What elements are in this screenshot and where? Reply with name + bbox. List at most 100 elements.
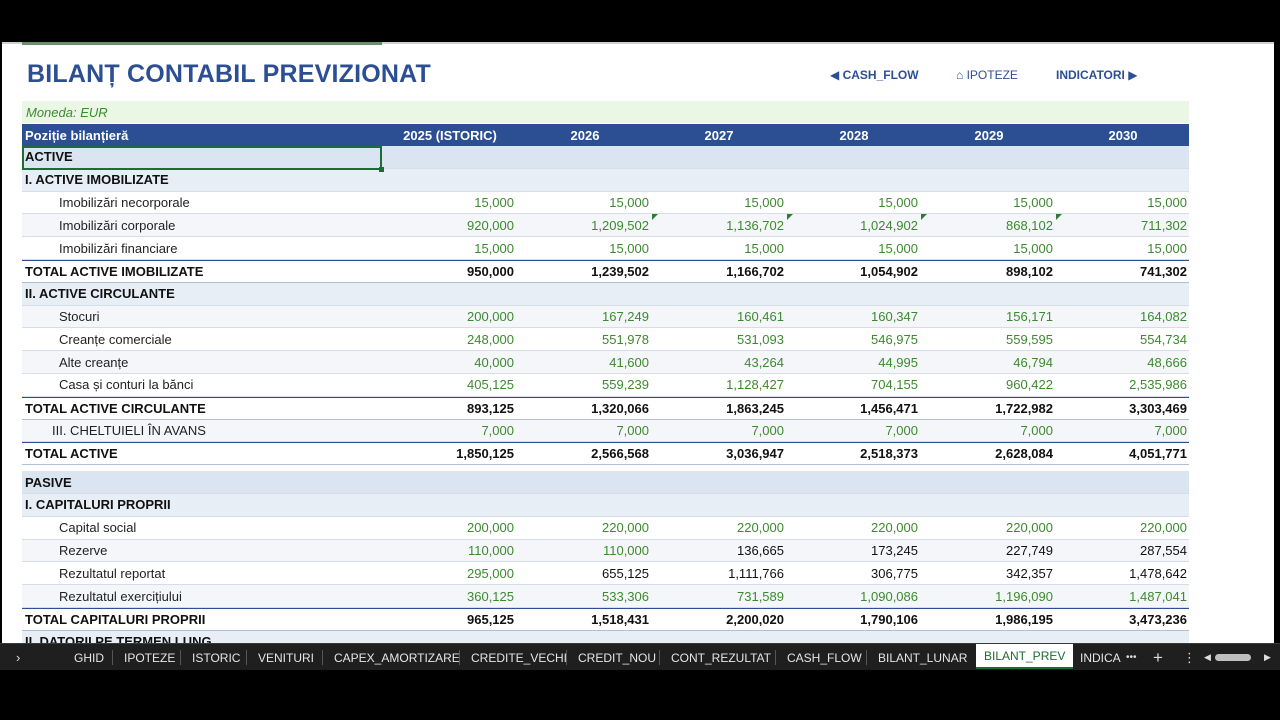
value-cell[interactable]: 7,000 (788, 420, 918, 442)
more-tabs-icon[interactable]: ••• (1126, 644, 1137, 671)
value-cell[interactable]: 306,775 (788, 562, 918, 584)
spreadsheet-canvas[interactable]: BILANȚ CONTABIL PREVIZIONAT ◀ CASH_FLOW … (2, 42, 1274, 643)
value-cell[interactable]: 15,000 (788, 192, 918, 214)
value-cell[interactable]: 4,051,771 (1057, 443, 1187, 464)
value-cell[interactable]: 7,000 (384, 420, 514, 442)
value-cell[interactable]: 1,166,702 (654, 261, 784, 282)
add-sheet-icon[interactable]: + (1153, 644, 1163, 671)
value-cell[interactable]: 173,245 (788, 540, 918, 562)
value-cell[interactable]: 160,461 (654, 306, 784, 328)
value-cell[interactable]: 559,239 (519, 374, 649, 396)
value-cell[interactable]: 220,000 (654, 517, 784, 539)
value-cell[interactable]: 731,589 (654, 585, 784, 607)
value-cell[interactable]: 1,320,066 (519, 398, 649, 419)
value-cell[interactable]: 2,535,986 (1057, 374, 1187, 396)
value-cell[interactable]: 156,171 (923, 306, 1053, 328)
value-cell[interactable]: 220,000 (519, 517, 649, 539)
value-cell[interactable]: 893,125 (384, 398, 514, 419)
value-cell[interactable]: 533,306 (519, 585, 649, 607)
sheet-tab-credite_vechi[interactable]: CREDITE_VECHI (471, 644, 567, 671)
value-cell[interactable]: 2,518,373 (788, 443, 918, 464)
sheet-tab-ipoteze[interactable]: IPOTEZE (124, 644, 175, 671)
value-cell[interactable]: 1,024,902 (788, 214, 918, 236)
value-cell[interactable]: 704,155 (788, 374, 918, 396)
value-cell[interactable]: 554,734 (1057, 328, 1187, 350)
value-cell[interactable]: 40,000 (384, 351, 514, 373)
table-row[interactable]: Imobilizări necorporale 15,000 15,000 15,00… (22, 191, 1189, 215)
value-cell[interactable]: 48,666 (1057, 351, 1187, 373)
sheet-menu-icon[interactable]: ⋮ (1183, 644, 1196, 671)
table-row[interactable]: Rezultatul reportat 295,000 655,125 1,111,7… (22, 562, 1189, 586)
value-cell[interactable]: 965,125 (384, 609, 514, 630)
table-row[interactable]: Creanțe comerciale 248,000 551,978 531,093 5… (22, 328, 1189, 352)
value-cell[interactable]: 711,302 (1057, 214, 1187, 236)
value-cell[interactable]: 551,978 (519, 328, 649, 350)
section-row[interactable]: ACTIVE (22, 146, 1189, 169)
value-cell[interactable]: 15,000 (1057, 192, 1187, 214)
value-cell[interactable]: 405,125 (384, 374, 514, 396)
value-cell[interactable]: 15,000 (519, 237, 649, 259)
value-cell[interactable]: 46,794 (923, 351, 1053, 373)
value-cell[interactable]: 342,357 (923, 562, 1053, 584)
nav-ipoteze-link[interactable]: ⌂ IPOTEZE (956, 68, 1018, 82)
value-cell[interactable]: 15,000 (384, 237, 514, 259)
sheet-tab-cash_flow[interactable]: CASH_FLOW (787, 644, 862, 671)
value-cell[interactable]: 15,000 (519, 192, 649, 214)
value-cell[interactable]: 200,000 (384, 306, 514, 328)
section-row[interactable]: I. CAPITALURI PROPRII (22, 493, 1189, 517)
value-cell[interactable]: 160,347 (788, 306, 918, 328)
value-cell[interactable]: 1,196,090 (923, 585, 1053, 607)
value-cell[interactable]: 1,111,766 (654, 562, 784, 584)
section-row[interactable]: II. DATORII PE TERMEN LUNG (22, 630, 1189, 643)
value-cell[interactable]: 1,863,245 (654, 398, 784, 419)
table-row[interactable]: Alte creanțe 40,000 41,600 43,264 44,995 46,7… (22, 351, 1189, 374)
table-row[interactable]: Stocuri 200,000 167,249 160,461 160,347 156,1… (22, 305, 1189, 329)
sheet-tab-venituri[interactable]: VENITURI (258, 644, 314, 671)
nav-indicatori-link[interactable]: INDICATORI ▶ (1056, 68, 1137, 82)
value-cell[interactable]: 2,628,084 (923, 443, 1053, 464)
table-row[interactable]: Rezultatul exercițiului 360,125 533,306 731… (22, 585, 1189, 608)
value-cell[interactable]: 531,093 (654, 328, 784, 350)
value-cell[interactable]: 741,302 (1057, 261, 1187, 282)
value-cell[interactable]: 920,000 (384, 214, 514, 236)
value-cell[interactable]: 2,566,568 (519, 443, 649, 464)
total-row[interactable]: TOTAL CAPITALURI PROPRII 965,125 1,518,431… (22, 607, 1189, 631)
value-cell[interactable]: 1,209,502 (519, 214, 649, 236)
total-row[interactable]: TOTAL ACTIVE CIRCULANTE 893,125 1,320,066 1… (22, 396, 1189, 420)
value-cell[interactable]: 15,000 (384, 192, 514, 214)
value-cell[interactable]: 1,986,195 (923, 609, 1053, 630)
nav-cash-flow-link[interactable]: ◀ CASH_FLOW (830, 68, 919, 82)
sheet-tab-indica[interactable]: INDICA (1080, 644, 1121, 671)
value-cell[interactable]: 41,600 (519, 351, 649, 373)
tab-prev-chevron-icon[interactable]: › (16, 644, 20, 671)
value-cell[interactable]: 15,000 (654, 192, 784, 214)
value-cell[interactable]: 44,995 (788, 351, 918, 373)
sheet-tab-ghid[interactable]: GHID (74, 644, 104, 671)
horizontal-scrollbar-thumb[interactable] (1215, 654, 1251, 661)
value-cell[interactable]: 167,249 (519, 306, 649, 328)
value-cell[interactable]: 15,000 (654, 237, 784, 259)
value-cell[interactable]: 15,000 (923, 237, 1053, 259)
value-cell[interactable]: 15,000 (1057, 237, 1187, 259)
value-cell[interactable]: 898,102 (923, 261, 1053, 282)
value-cell[interactable]: 1,487,041 (1057, 585, 1187, 607)
value-cell[interactable]: 200,000 (384, 517, 514, 539)
value-cell[interactable]: 3,036,947 (654, 443, 784, 464)
sheet-tab-capex_amortizare[interactable]: CAPEX_AMORTIZARE (334, 644, 460, 671)
value-cell[interactable]: 546,975 (788, 328, 918, 350)
scroll-left-icon[interactable]: ◀ (1204, 644, 1211, 671)
value-cell[interactable]: 15,000 (788, 237, 918, 259)
value-cell[interactable]: 1,518,431 (519, 609, 649, 630)
value-cell[interactable]: 960,422 (923, 374, 1053, 396)
value-cell[interactable]: 220,000 (1057, 517, 1187, 539)
sheet-tab-bilant_lunar[interactable]: BILANT_LUNAR (878, 644, 967, 671)
table-row[interactable]: Casa și conturi la bănci 405,125 559,239 1,… (22, 373, 1189, 397)
value-cell[interactable]: 7,000 (923, 420, 1053, 442)
value-cell[interactable]: 295,000 (384, 562, 514, 584)
scroll-right-icon[interactable]: ▶ (1264, 644, 1271, 671)
value-cell[interactable]: 559,595 (923, 328, 1053, 350)
value-cell[interactable]: 1,478,642 (1057, 562, 1187, 584)
sheet-tab-credit_nou[interactable]: CREDIT_NOU (578, 644, 656, 671)
value-cell[interactable]: 2,200,020 (654, 609, 784, 630)
value-cell[interactable]: 1,239,502 (519, 261, 649, 282)
